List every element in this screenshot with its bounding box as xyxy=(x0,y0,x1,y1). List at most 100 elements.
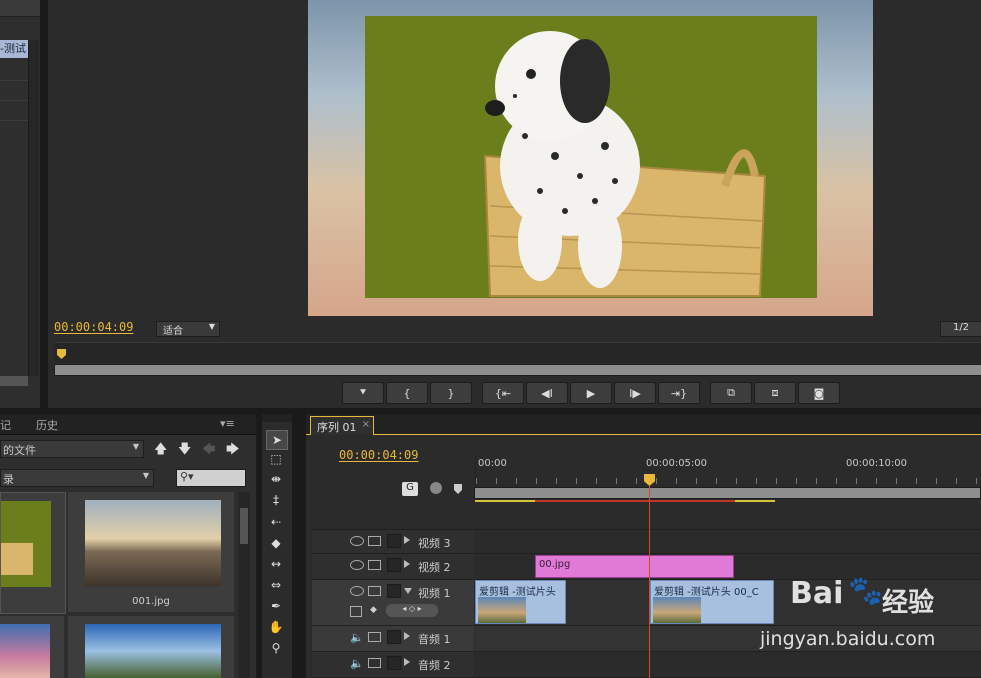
speaker-icon[interactable]: 🔈 xyxy=(350,657,364,670)
lock-toggle[interactable] xyxy=(387,558,401,572)
keyframe-nav-control[interactable]: ◂ ◇ ▸ xyxy=(386,604,438,617)
add-marker-button[interactable]: ⯆ xyxy=(342,382,384,404)
mark-in-button[interactable]: { xyxy=(386,382,428,404)
hand-tool-icon[interactable]: ✋ xyxy=(266,618,286,636)
monitor-zoom-scrollbar[interactable] xyxy=(54,364,981,376)
program-timecode[interactable]: 00:00:04:09 xyxy=(54,320,133,334)
speaker-icon[interactable]: 🔈 xyxy=(350,631,364,644)
media-thumb[interactable] xyxy=(0,492,66,614)
marker-icon: ⯆ xyxy=(358,386,368,399)
audio-sync-icon[interactable] xyxy=(368,658,381,668)
tab-sequence-01[interactable]: 序列 01 × xyxy=(310,416,374,435)
folder-dropdown[interactable]: 录 ▼ xyxy=(0,469,154,487)
ripple-edit-tool-icon[interactable]: ⇼ xyxy=(266,470,286,488)
film-icon[interactable] xyxy=(368,536,381,546)
scrollbar-thumb[interactable] xyxy=(240,508,248,544)
film-icon[interactable] xyxy=(368,586,381,596)
arrow-right-icon[interactable]: 🡆 xyxy=(226,440,239,462)
timeline-ruler[interactable]: 00:00 00:00:05:00 00:00:10:00 xyxy=(475,456,981,486)
step-forward-button[interactable]: I▶ xyxy=(614,382,656,404)
slide-tool-icon[interactable]: ⇔ xyxy=(266,576,286,594)
globe-icon[interactable] xyxy=(430,482,442,494)
display-style-icon[interactable] xyxy=(350,606,362,617)
arrow-up-icon[interactable]: 🡅 xyxy=(154,440,167,462)
green-image-layer xyxy=(365,16,817,298)
pen-tool-icon[interactable]: ✒ xyxy=(266,597,286,615)
close-icon[interactable]: × xyxy=(362,419,370,430)
eye-icon[interactable] xyxy=(350,560,364,570)
extract-icon: ⧈ xyxy=(771,386,779,399)
ruler-label: 00:00:05:00 xyxy=(646,458,708,469)
resolution-dropdown[interactable]: 1/2 xyxy=(940,321,981,337)
zoom-tool-icon[interactable]: ⚲ xyxy=(266,639,286,657)
clip-intro-a[interactable]: 爱剪辑 -测试片头 xyxy=(475,580,566,624)
clip-00-jpg[interactable]: 00.jpg xyxy=(535,555,734,578)
playhead-line xyxy=(649,486,650,678)
render-bar-red xyxy=(535,500,735,502)
lock-toggle[interactable] xyxy=(387,656,401,670)
keyframe-toggle-icon[interactable]: ◆ xyxy=(370,605,377,615)
go-to-in-icon: {⇤ xyxy=(494,386,512,400)
fit-dropdown[interactable]: 适合 ▼ xyxy=(156,321,220,337)
expand-triangle-icon[interactable] xyxy=(404,658,410,666)
arrow-left-icon[interactable]: 🡄 xyxy=(202,440,215,462)
track-label: 视频 1 xyxy=(418,587,451,600)
rolling-edit-tool-icon[interactable]: ‡ xyxy=(266,491,286,509)
search-input[interactable]: ⚲▾ xyxy=(176,469,246,487)
monitor-time-ruler[interactable] xyxy=(54,342,981,363)
export-frame-button[interactable]: ◙ xyxy=(798,382,840,404)
media-thumb[interactable] xyxy=(0,616,64,678)
eye-icon[interactable] xyxy=(350,586,364,596)
track-header-video-2[interactable]: 视频 2 xyxy=(312,554,474,580)
expand-triangle-icon[interactable] xyxy=(404,632,410,640)
eye-icon[interactable] xyxy=(350,536,364,546)
work-area-bar[interactable] xyxy=(474,487,981,499)
selection-tool-icon[interactable]: ➤ xyxy=(266,430,288,450)
lock-toggle[interactable] xyxy=(387,584,401,598)
rate-stretch-tool-icon[interactable]: ⇠ xyxy=(266,513,286,531)
play-button[interactable]: ▶ xyxy=(570,382,612,404)
project-selected-item[interactable]: -测试 xyxy=(0,40,28,58)
location-dropdown[interactable]: 的文件 ▼ xyxy=(0,440,144,458)
snap-toggle-icon[interactable]: G xyxy=(402,482,418,496)
razor-tool-icon[interactable]: ◆ xyxy=(266,534,286,552)
media-thumb[interactable] xyxy=(68,616,234,678)
export-frame-icon: ◙ xyxy=(813,386,825,400)
step-back-button[interactable]: ◀I xyxy=(526,382,568,404)
folder-dropdown-label: 录 xyxy=(3,473,14,486)
mark-out-button[interactable]: } xyxy=(430,382,472,404)
audio-sync-icon[interactable] xyxy=(368,632,381,642)
timeline-tab-bar xyxy=(306,414,981,435)
tab-markers[interactable]: 记 xyxy=(0,417,11,433)
track-header-video-1[interactable]: 视频 1 ◆ ◂ ◇ ▸ xyxy=(312,580,474,626)
expand-triangle-icon[interactable] xyxy=(404,560,410,568)
sequence-timecode[interactable]: 00:00:04:09 xyxy=(339,448,418,462)
project-hscroll[interactable] xyxy=(0,376,28,386)
slip-tool-icon[interactable]: ↔ xyxy=(266,555,286,573)
track-header-audio-2[interactable]: 🔈 音频 2 xyxy=(312,652,474,678)
collapse-triangle-icon[interactable] xyxy=(404,588,412,594)
media-scrollbar[interactable] xyxy=(238,492,250,678)
lock-toggle[interactable] xyxy=(387,630,401,644)
track-lane-video-3[interactable] xyxy=(475,530,981,554)
track-label: 视频 2 xyxy=(418,561,451,574)
expand-triangle-icon[interactable] xyxy=(404,536,410,544)
film-icon[interactable] xyxy=(368,560,381,570)
go-to-in-button[interactable]: {⇤ xyxy=(482,382,524,404)
track-select-tool-icon[interactable]: ⬚ xyxy=(266,450,286,468)
tab-history[interactable]: 历史 xyxy=(36,417,58,433)
in-point-icon: { xyxy=(403,386,411,400)
chevron-down-icon: ▼ xyxy=(142,471,149,480)
track-header-video-3[interactable]: 视频 3 xyxy=(312,530,474,554)
track-lane-spacer xyxy=(475,504,981,530)
media-thumb[interactable]: 001.jpg xyxy=(68,492,234,612)
project-scrollbar[interactable] xyxy=(28,40,39,376)
go-to-out-button[interactable]: ⇥} xyxy=(658,382,700,404)
arrow-down-icon[interactable]: 🡇 xyxy=(178,440,191,462)
lock-toggle[interactable] xyxy=(387,534,401,548)
track-header-audio-1[interactable]: 🔈 音频 1 xyxy=(312,626,474,652)
panel-menu-icon[interactable]: ▾≡ xyxy=(220,417,235,430)
lift-button[interactable]: ⧉ xyxy=(710,382,752,404)
extract-button[interactable]: ⧈ xyxy=(754,382,796,404)
clip-intro-b[interactable]: 爱剪辑 -测试片头 00_C xyxy=(650,580,774,624)
